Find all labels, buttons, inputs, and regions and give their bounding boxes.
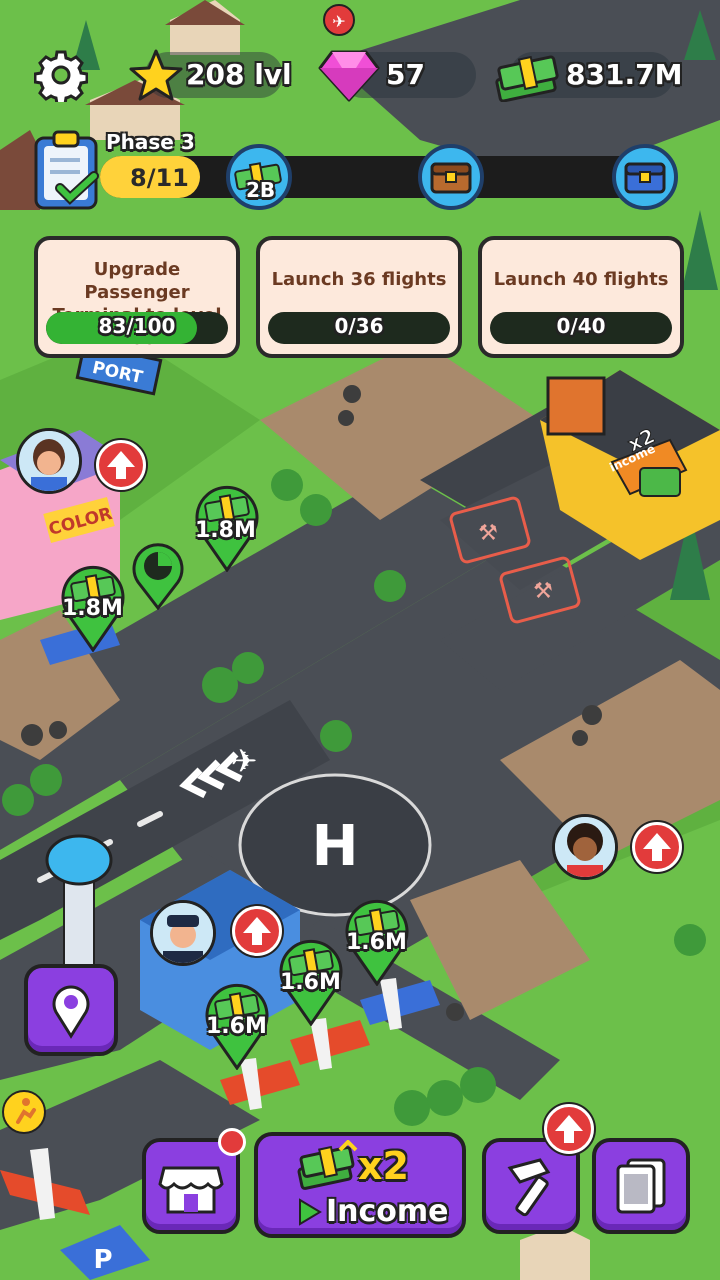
manager-avatar-shop[interactable]: [16, 428, 82, 494]
arrow-up-icon: [643, 833, 671, 861]
phase-reward-cash[interactable]: 2B: [226, 144, 292, 210]
task-progress-text: 0/36: [334, 314, 384, 338]
timer-pin: [130, 540, 186, 611]
income-pin-label: 1.6M: [346, 930, 407, 955]
upgrade-badge[interactable]: [96, 440, 146, 490]
task-card-launch-36[interactable]: Launch 36 flights 0/36: [256, 236, 462, 358]
wooden-chest-icon: [430, 162, 472, 194]
income-boost-button[interactable]: x2 Income: [254, 1132, 466, 1238]
task-progress-bar: 0/40: [490, 312, 672, 344]
upgrade-badge[interactable]: [632, 822, 682, 872]
task-progress-text: 83/100: [98, 314, 176, 338]
cash-stack-icon: [297, 1140, 358, 1190]
svg-text:P: P: [93, 1245, 112, 1275]
level-value: 208 lvl: [186, 58, 292, 91]
play-icon: [299, 1198, 322, 1226]
hammer-icon: [507, 1158, 551, 1217]
store-icon: [158, 1166, 224, 1214]
phase-progress-text: 8/11: [130, 164, 189, 192]
arrow-up-icon: [555, 1115, 583, 1143]
income-pin-label: 1.6M: [206, 1014, 267, 1039]
gems-value: 57: [386, 58, 425, 91]
settings-button[interactable]: [33, 48, 89, 106]
task-title-line1: Launch 36 flights: [271, 269, 447, 290]
task-card-launch-40[interactable]: Launch 40 flights 0/40: [478, 236, 684, 358]
svg-text:✈: ✈: [231, 742, 258, 780]
task-title-line1: Launch 40 flights: [493, 269, 669, 290]
income-pin-label: 1.8M: [195, 518, 256, 543]
income-pin-label: 1.8M: [62, 596, 123, 621]
blue-chest-icon: [624, 162, 666, 194]
arrow-up-icon: [243, 917, 271, 945]
cash-icon: [494, 52, 560, 103]
map-pin-icon: [52, 985, 90, 1039]
svg-text:⚒: ⚒: [533, 579, 553, 604]
manager-avatar-right[interactable]: [552, 814, 618, 880]
gear-icon: [33, 50, 89, 106]
phase-reward-cash-label: 2B: [246, 178, 276, 202]
phase-reward-blue-chest[interactable]: [612, 144, 678, 210]
phase-title: Phase 3: [106, 130, 195, 154]
build-upgrade-badge[interactable]: [544, 1104, 594, 1154]
svg-text:H: H: [312, 814, 359, 879]
runner-boost-icon[interactable]: [2, 1090, 46, 1134]
cash-value: 831.7M: [566, 58, 683, 91]
income-label: Income: [326, 1194, 449, 1229]
location-button[interactable]: [24, 964, 118, 1056]
task-card-upgrade-terminal[interactable]: Upgrade Passenger Terminal to level 100 …: [34, 236, 240, 358]
task-progress-bar: 0/36: [268, 312, 450, 344]
gem-icon: [318, 48, 380, 102]
star-icon: [128, 48, 184, 104]
manager-avatar-terminal[interactable]: [150, 900, 216, 966]
cards-icon: [616, 1158, 666, 1214]
task-progress-bar: 83/100: [46, 312, 228, 344]
svg-text:✈: ✈: [332, 12, 345, 31]
task-title-line1: Upgrade Passenger: [84, 259, 190, 303]
cards-button[interactable]: [592, 1138, 690, 1234]
arrow-up-icon: [107, 451, 135, 479]
svg-text:⚒: ⚒: [478, 521, 498, 546]
task-progress-text: 0/40: [556, 314, 606, 338]
phase-reward-wooden-chest[interactable]: [418, 144, 484, 210]
phase-clipboard-icon[interactable]: [30, 128, 106, 212]
income-multiplier: x2: [358, 1144, 409, 1188]
income-pin-label: 1.6M: [280, 970, 341, 995]
shop-notification-dot: [218, 1128, 246, 1156]
upgrade-badge[interactable]: [232, 906, 282, 956]
